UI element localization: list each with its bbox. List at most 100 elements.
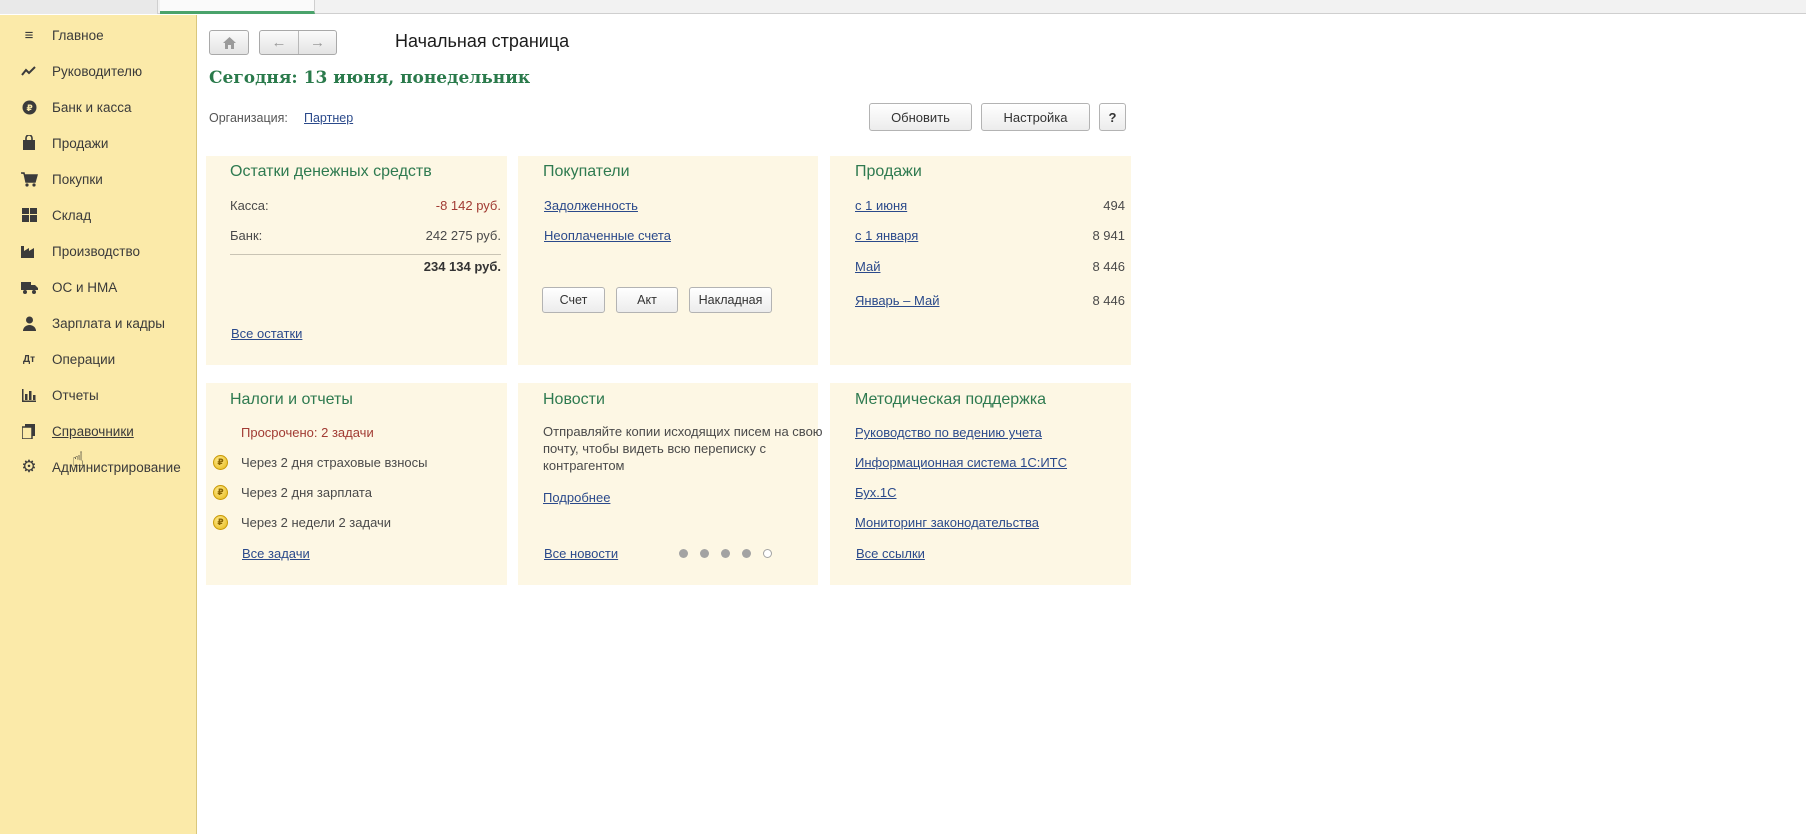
sales-panel-title: Продажи [855,163,922,180]
organization-label: Организация: [209,111,288,125]
ruble-coin-icon: ₽ [213,485,228,500]
invoice-button[interactable]: Счет [542,287,605,313]
cash-balances-panel: Остатки денежных средств Касса: -8 142 р… [206,156,507,365]
person-icon [20,314,38,332]
total-separator [230,254,501,255]
sales-row-label[interactable]: с 1 января [855,228,918,243]
sidebar-item-manager[interactable]: Руководителю [0,55,196,87]
truck-icon [20,278,38,296]
task-item[interactable]: Через 2 дня страховые взносы [241,455,427,470]
sidebar-item-label: Производство [52,243,141,259]
sidebar-item-references[interactable]: Справочники [0,415,196,447]
sidebar-item-operations[interactable]: Дт Операции [0,343,196,375]
sidebar-item-label: Руководителю [52,63,143,79]
taxes-panel: Налоги и отчеты Просрочено: 2 задачи ₽ Ч… [206,383,507,585]
taxes-panel-title: Налоги и отчеты [230,391,353,408]
news-page-dot-current[interactable] [763,549,772,558]
news-panel: Новости Отправляйте копии исходящих писе… [518,383,823,585]
news-panel-title: Новости [543,391,605,408]
hand-cursor-icon: ☝ [72,449,85,471]
news-text: Отправляйте копии исходящих писем на сво… [543,424,823,473]
support-link[interactable]: Информационная система 1С:ИТС [855,455,1067,470]
waybill-button[interactable]: Накладная [689,287,772,313]
all-tasks-link[interactable]: Все задачи [242,546,310,561]
act-button[interactable]: Акт [616,287,678,313]
bank-value: 242 275 руб. [425,228,501,243]
home-button-group [209,30,249,55]
all-balances-link[interactable]: Все остатки [231,326,302,341]
svg-text:₽: ₽ [26,104,32,114]
home-icon [222,36,236,49]
sidebar-item-production[interactable]: Производство [0,235,196,267]
dt-kt-icon: Дт [22,353,36,365]
sidebar-item-label: Зарплата и кадры [52,315,165,331]
news-page-dot[interactable] [700,549,709,558]
all-news-link[interactable]: Все новости [544,546,618,561]
sales-row-value: 8 446 [1092,259,1125,274]
sales-row-value: 8 446 [1092,293,1125,308]
forward-button[interactable]: → [298,31,336,54]
buyers-panel-title: Покупатели [543,163,630,180]
sections-sidebar: ≡ Главное Руководителю ₽ Банк и касса Пр… [0,15,197,834]
menu-lines-icon: ≡ [24,26,34,44]
sidebar-item-label: Покупки [52,171,103,187]
tab-strip [0,0,1806,14]
kassa-value: -8 142 руб. [435,198,501,213]
sidebar-item-label: Справочники [52,423,134,439]
overdue-tasks[interactable]: Просрочено: 2 задачи [241,425,374,440]
sales-row-value: 494 [1103,198,1125,213]
tab-home-active[interactable] [160,0,315,14]
today-date: Сегодня: 13 июня, понедельник [209,68,531,88]
task-item[interactable]: Через 2 недели 2 задачи [241,515,391,530]
sidebar-item-label: Продажи [52,135,109,151]
sidebar-item-reports[interactable]: Отчеты [0,379,196,411]
factory-icon [20,242,38,260]
ruble-coin-icon: ₽ [20,98,38,116]
arrow-right-icon: → [310,34,325,51]
support-link[interactable]: Мониторинг законодательства [855,515,1039,530]
sidebar-item-label: Склад [52,207,92,223]
bar-chart-icon [20,386,38,404]
sidebar-item-purchases[interactable]: Покупки [0,163,196,195]
sidebar-item-warehouse[interactable]: Склад [0,199,196,231]
sidebar-item-main[interactable]: ≡ Главное [0,19,196,51]
shopping-bag-icon [20,134,38,152]
support-panel-title: Методическая поддержка [855,391,1047,408]
sidebar-item-admin[interactable]: ⚙ Администрирование [0,451,196,483]
support-link[interactable]: Руководство по ведению учета [855,425,1042,440]
sidebar-item-assets[interactable]: ОС и НМА [0,271,196,303]
sidebar-item-label: ОС и НМА [52,279,118,295]
debt-link[interactable]: Задолженность [544,198,638,213]
back-button[interactable]: ← [260,31,298,54]
news-more-link[interactable]: Подробнее [543,490,610,505]
history-buttons: ← → [259,30,337,55]
news-pager [679,549,779,561]
sales-row-label[interactable]: с 1 июня [855,198,907,213]
sales-row-label[interactable]: Январь – Май [855,293,939,308]
help-button[interactable]: ? [1099,103,1126,131]
support-panel: Методическая поддержка Руководство по ве… [830,383,1131,585]
bank-label: Банк: [230,228,263,243]
sidebar-item-sales[interactable]: Продажи [0,127,196,159]
tab-previous[interactable] [0,0,158,14]
news-page-dot[interactable] [721,549,730,558]
organization-link[interactable]: Партнер [304,111,353,125]
sales-panel: Продажи с 1 июня 494 с 1 января 8 941 Ма… [830,156,1131,365]
news-page-dot[interactable] [742,549,751,558]
settings-button[interactable]: Настройка [981,103,1090,131]
cash-total-value: 234 134 руб. [423,259,501,274]
cash-panel-title: Остатки денежных средств [230,163,432,180]
refresh-button[interactable]: Обновить [869,103,972,131]
unpaid-invoices-link[interactable]: Неоплаченные счета [544,228,671,243]
books-icon [20,422,38,440]
all-links-link[interactable]: Все ссылки [856,546,925,561]
sidebar-item-bank[interactable]: ₽ Банк и касса [0,91,196,123]
support-link[interactable]: Бух.1С [855,485,896,500]
news-page-dot[interactable] [679,549,688,558]
page-title: Начальная страница [395,31,570,51]
home-button[interactable] [210,31,248,54]
sidebar-item-payroll[interactable]: Зарплата и кадры [0,307,196,339]
sales-row-label[interactable]: Май [855,259,880,274]
task-item[interactable]: Через 2 дня зарплата [241,485,372,500]
warehouse-grid-icon [20,206,38,224]
